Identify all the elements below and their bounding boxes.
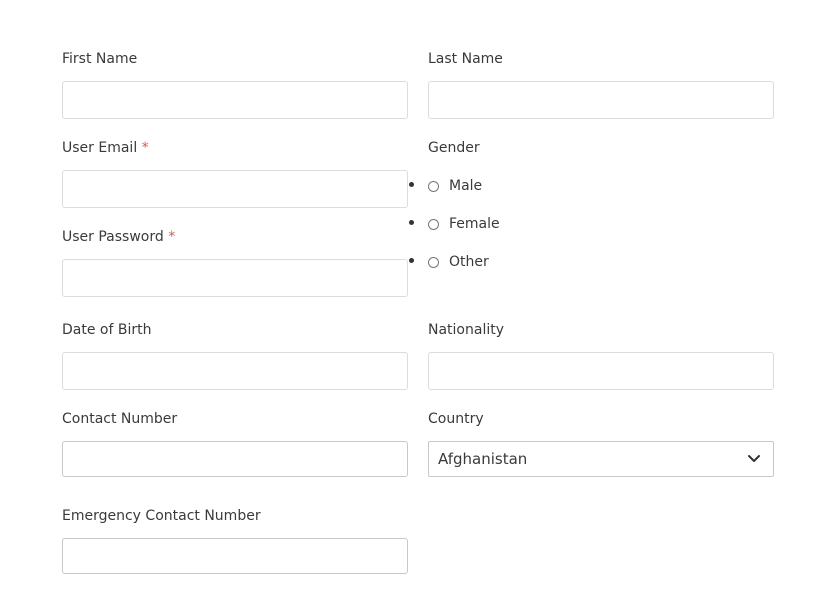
- date-of-birth-label: Date of Birth: [62, 322, 152, 338]
- list-bullet: [409, 182, 414, 187]
- emergency-contact-input[interactable]: [62, 538, 408, 574]
- date-of-birth-input[interactable]: [62, 352, 408, 390]
- nationality-input[interactable]: [428, 352, 774, 390]
- list-bullet: [409, 220, 414, 225]
- list-bullet: [409, 258, 414, 263]
- gender-option-male[interactable]: Male: [428, 177, 482, 195]
- gender-option-other[interactable]: Other: [428, 253, 489, 271]
- contact-number-input[interactable]: [62, 441, 408, 477]
- user-password-label: User Password *: [62, 228, 175, 246]
- user-password-label-text: User Password: [62, 229, 164, 245]
- gender-label: Gender: [428, 140, 480, 156]
- gender-option-label: Male: [449, 178, 483, 194]
- chevron-down-icon: [748, 455, 760, 462]
- country-select[interactable]: Afghanistan: [428, 441, 774, 477]
- contact-number-label: Contact Number: [62, 411, 178, 427]
- gender-option-label: Other: [449, 254, 489, 270]
- emergency-contact-label: Emergency Contact Number: [62, 508, 261, 524]
- gender-option-female[interactable]: Female: [428, 215, 500, 233]
- nationality-label: Nationality: [428, 322, 505, 338]
- required-asterisk: *: [168, 229, 176, 245]
- country-selected-value: Afghanistan: [438, 450, 528, 468]
- user-password-input[interactable]: [62, 259, 408, 297]
- radio-button[interactable]: [428, 218, 439, 230]
- last-name-input[interactable]: [428, 81, 774, 119]
- gender-option-label: Female: [449, 216, 500, 232]
- radio-button[interactable]: [428, 180, 439, 192]
- last-name-label: Last Name: [428, 51, 503, 67]
- user-email-input[interactable]: [62, 170, 408, 208]
- radio-button[interactable]: [428, 256, 439, 268]
- required-asterisk: *: [141, 140, 149, 156]
- first-name-input[interactable]: [62, 81, 408, 119]
- country-label: Country: [428, 411, 484, 427]
- user-email-label-text: User Email: [62, 140, 138, 156]
- first-name-label: First Name: [62, 51, 138, 67]
- user-email-label: User Email *: [62, 139, 149, 157]
